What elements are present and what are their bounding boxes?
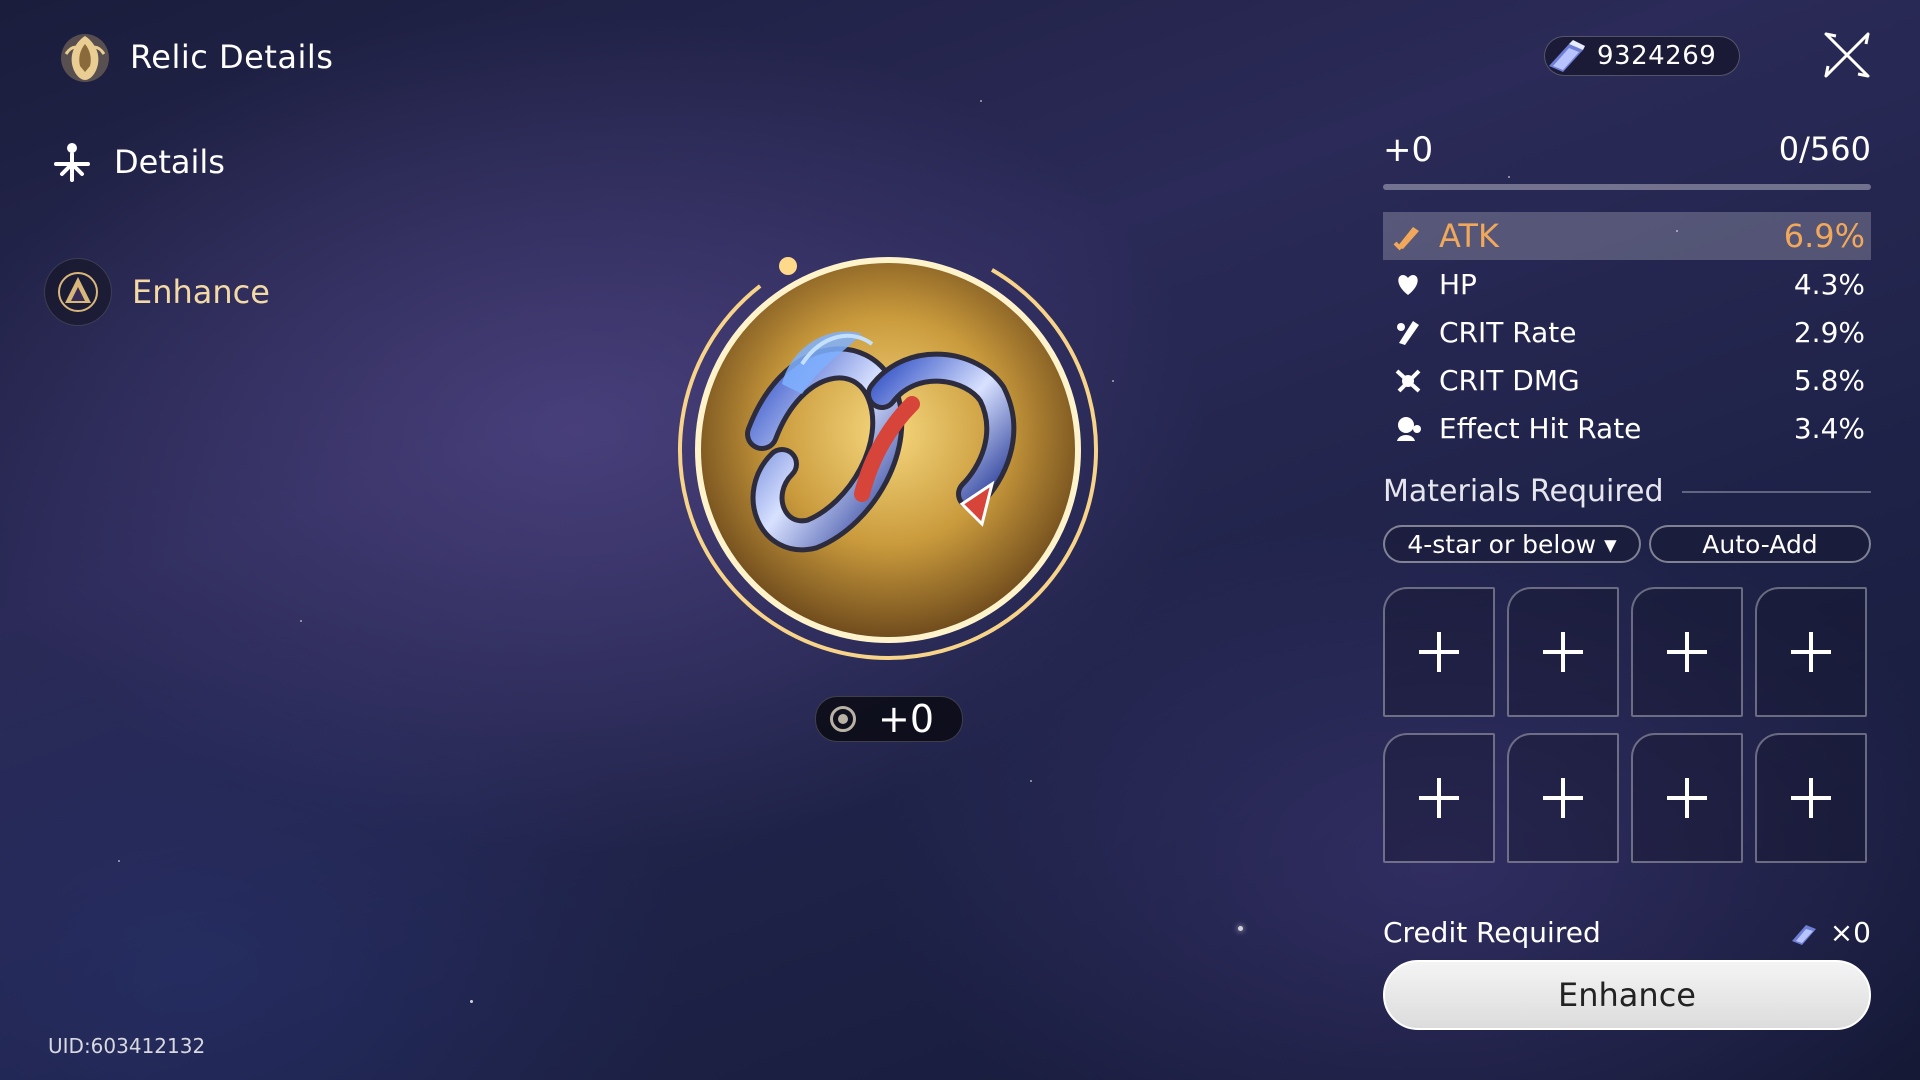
- crit-rate-icon: [1393, 317, 1423, 347]
- header: Relic Details: [56, 28, 333, 86]
- sub-stat-row: Effect Hit Rate 3.4%: [1383, 404, 1871, 452]
- material-slot[interactable]: [1507, 587, 1619, 717]
- relic-level-badge-text: +0: [878, 697, 935, 741]
- tab-details[interactable]: Details: [50, 140, 225, 184]
- sub-stat-value: 4.3%: [1793, 267, 1865, 301]
- plus-icon: [1791, 778, 1831, 818]
- plus-icon: [1791, 632, 1831, 672]
- enhance-tab-icon-ring: [44, 258, 112, 326]
- materials-title: Materials Required: [1383, 474, 1664, 509]
- enhance-icon: [58, 272, 98, 312]
- sub-stat-value: 3.4%: [1793, 411, 1865, 445]
- materials-heading: Materials Required: [1383, 474, 1871, 509]
- main-stat-name: ATK: [1439, 217, 1499, 255]
- sub-stat-row: CRIT Rate 2.9%: [1383, 308, 1871, 356]
- credit-required-row: Credit Required ×0: [1383, 916, 1871, 949]
- credit-balance-value: 9324269: [1597, 41, 1717, 71]
- current-level: +0: [1383, 130, 1434, 170]
- plus-icon: [1419, 778, 1459, 818]
- sub-stat-value: 2.9%: [1793, 315, 1865, 349]
- credit-required-label: Credit Required: [1383, 916, 1601, 949]
- material-slot[interactable]: [1383, 733, 1495, 863]
- credit-icon: [1791, 924, 1816, 945]
- sub-stat-value: 5.8%: [1793, 363, 1865, 397]
- hp-icon: [1393, 269, 1423, 299]
- material-slot[interactable]: [1631, 733, 1743, 863]
- sub-stat-row: HP 4.3%: [1383, 260, 1871, 308]
- material-slot[interactable]: [1755, 733, 1867, 863]
- rarity-filter-dropdown[interactable]: 4-star or below ▾: [1383, 525, 1641, 563]
- atk-icon: [1393, 221, 1423, 251]
- sub-stat-name: CRIT DMG: [1439, 363, 1580, 397]
- plus-icon: [1543, 778, 1583, 818]
- credit-icon: [1549, 40, 1585, 72]
- sub-stat-name: Effect Hit Rate: [1439, 411, 1642, 445]
- divider: [1681, 490, 1871, 493]
- relic-image: [672, 234, 1104, 666]
- tab-details-label: Details: [114, 143, 225, 181]
- close-icon[interactable]: [1822, 30, 1872, 80]
- material-slot[interactable]: [1383, 587, 1495, 717]
- material-slot[interactable]: [1755, 587, 1867, 717]
- plus-icon: [1543, 632, 1583, 672]
- exp-value: 0/560: [1778, 130, 1871, 168]
- exp-progress-bar: [1383, 184, 1871, 190]
- details-icon: [54, 143, 90, 182]
- auto-add-button[interactable]: Auto-Add: [1649, 525, 1871, 563]
- crit-dmg-icon: [1393, 365, 1423, 395]
- credit-required-value: ×0: [1829, 916, 1871, 949]
- relic-emblem-icon: [61, 34, 109, 82]
- materials-controls: 4-star or below ▾ Auto-Add: [1383, 525, 1871, 563]
- material-slots-grid: [1383, 587, 1871, 863]
- plus-icon: [1419, 632, 1459, 672]
- level-dot-icon: [830, 706, 856, 732]
- plus-icon: [1667, 632, 1707, 672]
- sub-stat-row: CRIT DMG 5.8%: [1383, 356, 1871, 404]
- level-row: +0 0/560: [1383, 130, 1871, 174]
- sub-stat-name: CRIT Rate: [1439, 315, 1577, 349]
- effect-hit-rate-icon: [1393, 413, 1423, 443]
- uid-label: UID:603412132: [48, 1034, 206, 1058]
- relic-level-badge: +0: [815, 696, 963, 742]
- enhance-panel: +0 0/560 ATK 6.9% HP 4.3% CRIT Rate 2.9%…: [1383, 130, 1871, 1030]
- material-slot[interactable]: [1507, 733, 1619, 863]
- tab-enhance-label: Enhance: [132, 273, 270, 311]
- enhance-button[interactable]: Enhance: [1383, 960, 1871, 1030]
- tab-enhance[interactable]: Enhance: [44, 258, 270, 326]
- sub-stat-name: HP: [1439, 267, 1477, 301]
- plus-icon: [1667, 778, 1707, 818]
- main-stat-row: ATK 6.9%: [1383, 212, 1871, 260]
- page-title: Relic Details: [130, 38, 334, 76]
- credit-balance: 9324269: [1544, 36, 1740, 76]
- main-stat-value: 6.9%: [1783, 217, 1865, 255]
- material-slot[interactable]: [1631, 587, 1743, 717]
